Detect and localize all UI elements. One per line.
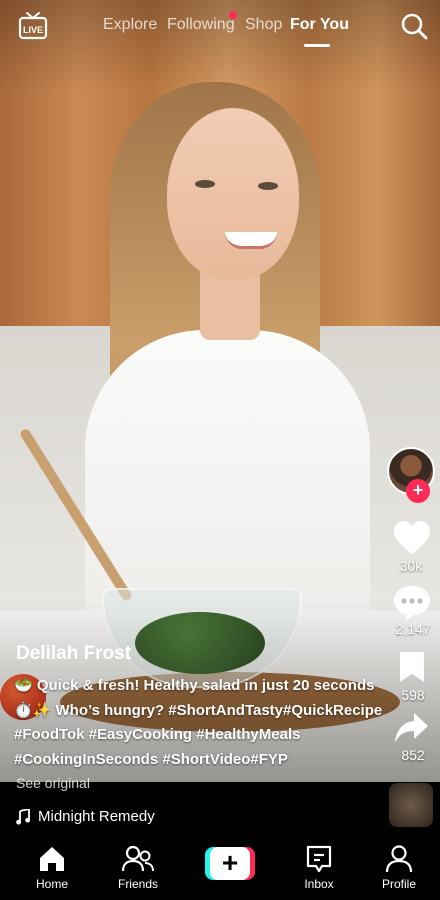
inbox-icon	[306, 845, 332, 873]
following-notification-dot	[229, 11, 237, 19]
top-gradient	[0, 0, 440, 90]
music-title: Midnight Remedy	[38, 808, 155, 825]
like-count: 30k	[399, 558, 423, 574]
see-original-link[interactable]: See original	[16, 775, 90, 791]
tab-for-you[interactable]: For You	[290, 16, 349, 34]
bottom-nav: Home Friends + Inbox Profile	[0, 836, 440, 900]
nav-profile-label: Profile	[381, 877, 416, 891]
share-button[interactable]	[394, 711, 434, 751]
music-disc[interactable]	[389, 783, 433, 827]
nav-inbox[interactable]: Inbox	[284, 844, 354, 891]
create-button[interactable]: +	[205, 847, 255, 880]
tab-following[interactable]: Following	[167, 16, 235, 34]
live-icon: LIVE	[18, 12, 48, 40]
nav-friends[interactable]: Friends	[103, 844, 173, 891]
live-button[interactable]: LIVE	[18, 10, 48, 40]
profile-icon	[385, 845, 413, 873]
video-subject-face	[167, 108, 299, 280]
caption-hashtags[interactable]: #FoodTok #EasyCooking #HealthyMeals	[14, 726, 300, 743]
caption-line: ⏱️✨ Who’s hungry? #ShortAndTasty#QuickRe…	[14, 702, 383, 719]
caption-hashtags[interactable]: #CookingInSeconds #ShortVideo#FYP	[14, 751, 288, 768]
share-icon	[395, 713, 428, 743]
video-subject-eye	[258, 182, 278, 190]
music-note-icon	[16, 808, 30, 825]
like-button[interactable]	[392, 519, 432, 559]
music-info[interactable]: Midnight Remedy	[16, 808, 155, 825]
follow-button[interactable]: +	[406, 479, 430, 503]
tab-explore[interactable]: Explore	[103, 16, 157, 34]
nav-home[interactable]: Home	[17, 844, 87, 891]
share-count: 852	[401, 747, 425, 763]
search-button[interactable]	[400, 12, 428, 40]
heart-icon	[394, 521, 430, 554]
comment-icon	[394, 586, 430, 621]
live-label: LIVE	[23, 25, 43, 35]
active-tab-indicator	[304, 44, 330, 47]
creator-username[interactable]: Delilah Frost	[16, 643, 131, 665]
friends-icon	[121, 845, 154, 872]
nav-inbox-label: Inbox	[304, 877, 334, 891]
nav-home-label: Home	[35, 877, 68, 891]
create-icon: +	[210, 847, 250, 880]
caption-line: 🥗 Quick & fresh! Healthy salad in just 2…	[14, 677, 375, 694]
comment-count: 2,147	[395, 621, 431, 637]
nav-friends-label: Friends	[117, 877, 158, 891]
save-count: 598	[401, 687, 425, 703]
video-subject-eye	[195, 180, 215, 188]
bookmark-icon	[400, 652, 424, 682]
tab-shop[interactable]: Shop	[245, 16, 282, 34]
comment-button[interactable]	[392, 583, 432, 623]
home-icon	[40, 847, 64, 871]
search-icon	[401, 13, 428, 40]
save-button[interactable]	[396, 650, 428, 690]
nav-profile[interactable]: Profile	[364, 844, 434, 891]
